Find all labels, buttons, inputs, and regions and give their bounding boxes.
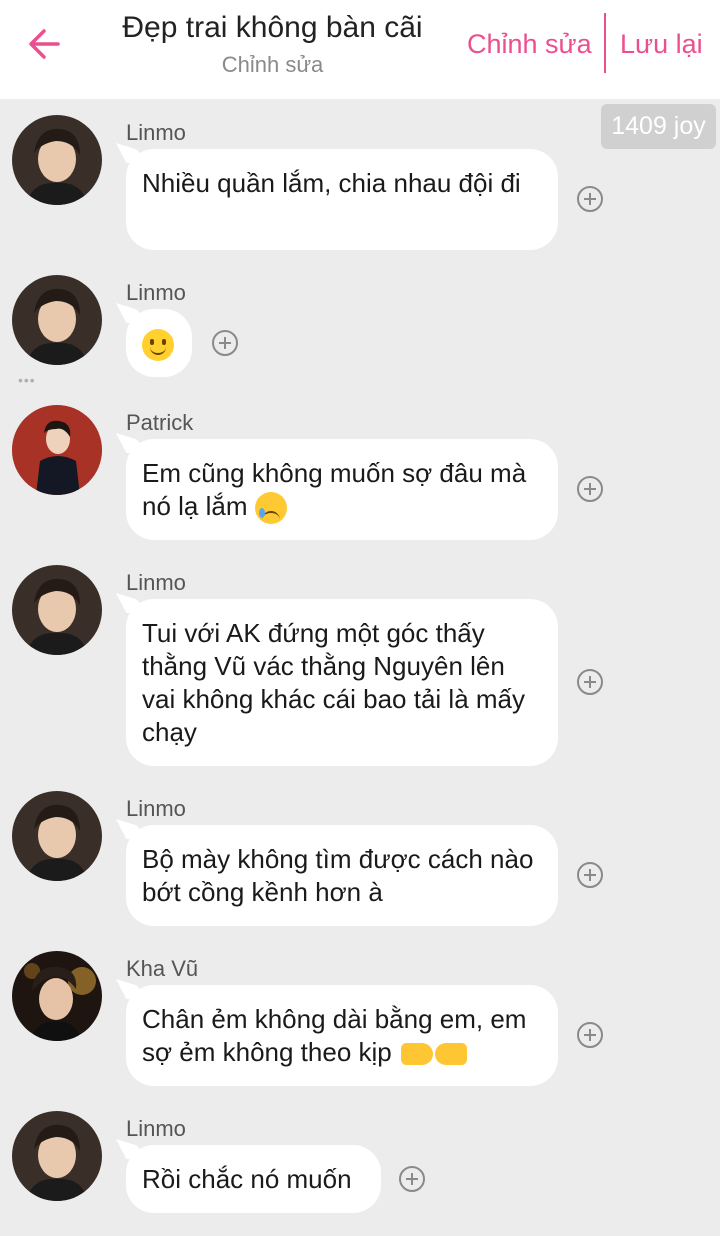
message-text: Chân ẻm không dài bằng em, em sợ ẻm khôn…	[142, 1004, 527, 1067]
add-reaction-button[interactable]	[577, 862, 603, 888]
title-block: Đẹp trai không bàn cãi Chỉnh sửa	[100, 8, 445, 80]
add-reaction-button[interactable]	[399, 1166, 425, 1192]
add-reaction-button[interactable]	[212, 330, 238, 356]
message-bubble[interactable]: Em cũng không muốn sợ đâu mà nó lạ lắm	[126, 439, 558, 540]
backhand-index-pointing-left-emoji	[434, 1043, 467, 1066]
save-button[interactable]: Lưu lại	[620, 26, 703, 62]
avatar[interactable]	[12, 115, 102, 205]
more-dots-icon: •••	[18, 372, 36, 388]
message-bubble[interactable]: Bộ mày không tìm được cách nào bớt cồng …	[126, 825, 558, 926]
message-bubble[interactable]: Chân ẻm không dài bằng em, em sợ ẻm khôn…	[126, 985, 558, 1086]
message-bubble[interactable]: Tui với AK đứng một góc thấy thằng Vũ vá…	[126, 599, 558, 766]
sender-name: Linmo	[126, 570, 186, 595]
avatar[interactable]	[12, 1111, 102, 1201]
add-reaction-button[interactable]	[577, 669, 603, 695]
add-reaction-button[interactable]	[577, 476, 603, 502]
avatar[interactable]	[12, 565, 102, 655]
message-bubble[interactable]	[126, 309, 192, 377]
sender-name: Kha Vũ	[126, 956, 199, 981]
add-reaction-button[interactable]	[577, 186, 603, 212]
sad-but-relieved-face-emoji	[254, 492, 287, 525]
sender-name: Linmo	[126, 1116, 186, 1141]
message-bubble[interactable]: Nhiều quần lắm, chia nhau đội đi	[126, 149, 558, 250]
avatar[interactable]	[12, 791, 102, 881]
message-text: Nhiều quần lắm, chia nhau đội đi	[142, 168, 521, 198]
message-text: Bộ mày không tìm được cách nào bớt cồng …	[142, 844, 534, 907]
sender-name: Linmo	[126, 280, 186, 305]
add-reaction-button[interactable]	[577, 1022, 603, 1048]
avatar[interactable]	[12, 951, 102, 1041]
sender-name: Linmo	[126, 796, 186, 821]
message-text: Em cũng không muốn sợ đâu mà nó lạ lắm	[142, 458, 527, 521]
chat-title: Đẹp trai không bàn cãi	[122, 11, 423, 44]
chat-subtitle: Chỉnh sửa	[221, 52, 324, 77]
avatar[interactable]	[12, 275, 102, 365]
back-button[interactable]	[24, 24, 64, 64]
watermark: 1409 joy	[601, 104, 716, 149]
message-text: Tui với AK đứng một góc thấy thằng Vũ vá…	[142, 618, 525, 747]
message-text: Rồi chắc nó muốn	[142, 1164, 352, 1194]
sender-name: Patrick	[126, 410, 194, 435]
chat-header: Đẹp trai không bàn cãi Chỉnh sửa Chỉnh s…	[0, 0, 720, 99]
arrow-left-icon	[29, 29, 60, 59]
backhand-index-pointing-right-emoji	[400, 1043, 433, 1066]
message-bubble[interactable]: Rồi chắc nó muốn	[126, 1145, 381, 1213]
header-divider	[604, 13, 606, 73]
sender-name: Linmo	[126, 120, 186, 145]
slightly-smiling-face-emoji	[142, 329, 174, 362]
avatar[interactable]	[12, 405, 102, 495]
edit-button[interactable]: Chỉnh sửa	[467, 26, 592, 62]
